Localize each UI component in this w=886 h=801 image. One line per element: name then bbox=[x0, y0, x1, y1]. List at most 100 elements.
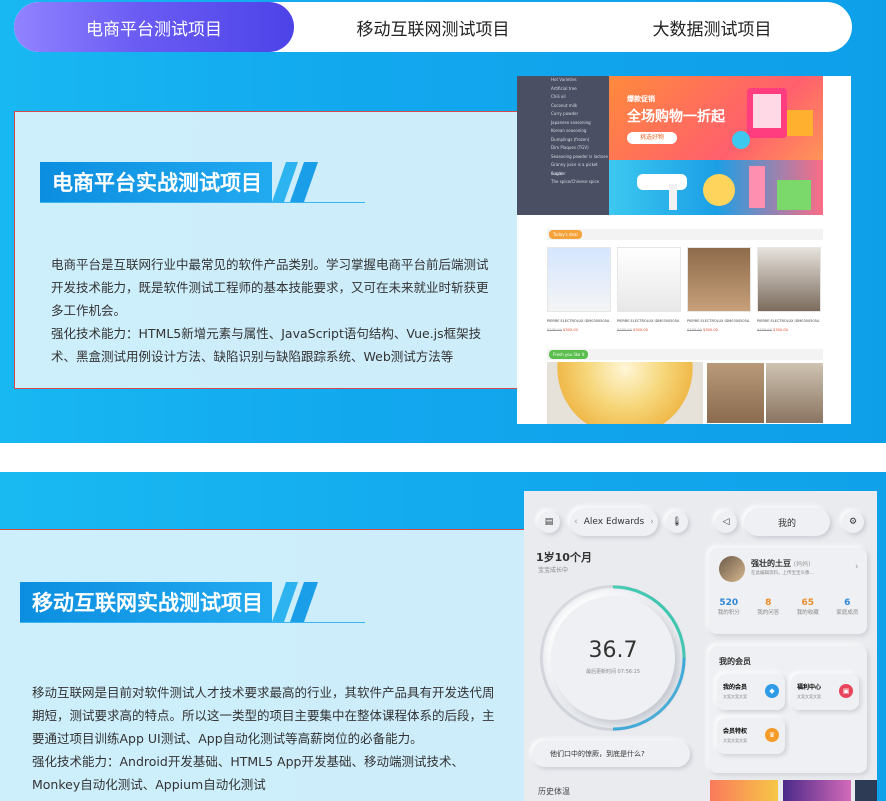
article-tip[interactable]: 他们口中的惊厥，到底是什么? bbox=[532, 741, 690, 767]
crown-icon: ♛ bbox=[765, 728, 779, 742]
category-menu-item[interactable]: Chili oil bbox=[517, 93, 609, 102]
profile-stat[interactable]: 8 我的问答 bbox=[749, 598, 789, 616]
old-price: $700.00 bbox=[617, 328, 632, 332]
banner-image bbox=[783, 780, 851, 801]
temperature-updated: 最后更新时间 07:56:15 bbox=[585, 669, 641, 675]
banner-image bbox=[855, 780, 877, 801]
member-card[interactable]: 我的会员 文案文案文案 ◆ bbox=[717, 674, 785, 710]
title-underline bbox=[20, 622, 365, 623]
furniture-image bbox=[766, 363, 823, 423]
travel-illustration-icon bbox=[637, 166, 811, 210]
baby-age: 1岁10个月 bbox=[536, 551, 592, 564]
member-card-sub: 文案文案文案 bbox=[723, 738, 747, 743]
category-menu-item[interactable]: Dumplings (frozen) bbox=[517, 136, 609, 145]
avatar bbox=[719, 556, 745, 582]
ecommerce-skills: 强化技术能力：HTML5新增元素与属性、JavaScript语句结构、Vue.j… bbox=[51, 326, 482, 364]
product-card[interactable] bbox=[617, 247, 681, 312]
category-menu-item[interactable]: Coconut milk bbox=[517, 102, 609, 111]
product-name: PIERRE ELECTROLUX IDM0300505A bbox=[687, 319, 750, 323]
product-card[interactable] bbox=[757, 247, 821, 312]
profile-stat-label: 家庭成员 bbox=[836, 610, 859, 616]
tab-mobile[interactable]: 移动互联网测试项目 bbox=[294, 2, 572, 52]
category-menu-item[interactable]: Japanese seasoning bbox=[517, 119, 609, 128]
title-underline bbox=[40, 202, 365, 203]
mobile-skills: 强化技术能力：Android开发基础、HTML5 App开发基础、移动端测试技术… bbox=[32, 754, 464, 792]
section-heading: 移动互联网实战测试项目 bbox=[20, 582, 365, 623]
category-menu-item[interactable]: Seasoning powder is lactose bbox=[517, 153, 609, 162]
profile-stat[interactable]: 520 我的积分 bbox=[709, 598, 749, 616]
deal-label: Today's deal bbox=[549, 230, 582, 239]
chevron-right-icon: › bbox=[650, 517, 654, 527]
project-tabs: 电商平台测试项目 移动互联网测试项目 大数据测试项目 bbox=[14, 2, 852, 52]
mobile-app-screenshot: ▤ ‹ Alex Edwards › 🌡 ◁ 我的 ⚙ 1岁10个月 宝宝成长中… bbox=[524, 491, 877, 801]
category-menu-item[interactable]: Granny juice is a picket cracker bbox=[517, 161, 609, 176]
section-title: 电商平台实战测试项目 bbox=[40, 162, 272, 202]
old-price: $700.00 bbox=[757, 328, 772, 332]
old-price: $700.00 bbox=[687, 328, 702, 332]
thermometer-icon[interactable]: 🌡 bbox=[666, 511, 688, 533]
user-switcher[interactable]: ‹ Alex Edwards › bbox=[570, 508, 658, 536]
membership-title: 我的会员 bbox=[719, 657, 751, 666]
profile-stats: 520 我的积分 8 我的问答 65 我的收藏 6 家庭成员 bbox=[709, 598, 867, 616]
speaker-icon[interactable]: ◁ bbox=[715, 511, 737, 533]
mine-tab[interactable]: 我的 bbox=[744, 508, 830, 536]
product-card[interactable] bbox=[547, 247, 611, 312]
settings-icon[interactable]: ⚙ bbox=[842, 511, 864, 533]
product-price: $300.00 bbox=[633, 328, 648, 332]
promo-sale: 全场购物一折起 bbox=[627, 109, 725, 125]
member-card-label: 会员特权 bbox=[723, 728, 748, 735]
profile-stat-label: 我的收藏 bbox=[796, 610, 819, 616]
baby-age-sub: 宝宝成长中 bbox=[538, 567, 569, 574]
section-heading: 电商平台实战测试项目 bbox=[40, 162, 365, 203]
product-card[interactable] bbox=[687, 247, 751, 312]
member-card[interactable]: 会员特权 文案文案文案 ♛ bbox=[717, 718, 785, 754]
member-card-sub: 文案文案文案 bbox=[797, 694, 821, 699]
mobile-info-card: 移动互联网实战测试项目 移动互联网是目前对软件测试人才技术要求最高的行业，其软件… bbox=[0, 529, 557, 801]
user-name: Alex Edwards bbox=[583, 517, 645, 527]
category-menu-item[interactable]: The spice/Chinese spice bbox=[517, 178, 609, 187]
promo-title: 爆款促销 bbox=[627, 95, 655, 103]
temperature-value: 36.7 bbox=[588, 638, 638, 663]
ecommerce-description: 电商平台是互联网行业中最常见的软件产品类别。学习掌握电商平台前后端测试开发技术能… bbox=[51, 257, 489, 318]
tab-bigdata[interactable]: 大数据测试项目 bbox=[572, 2, 852, 52]
food-image bbox=[547, 362, 703, 424]
profile-stat[interactable]: 6 家庭成员 bbox=[828, 598, 868, 616]
diamond-icon: ◆ bbox=[765, 684, 779, 698]
product-price: $300.00 bbox=[563, 328, 578, 332]
category-menu-item[interactable]: Artificial tree bbox=[517, 85, 609, 94]
chevron-left-icon: ‹ bbox=[574, 517, 578, 527]
profile-role: (妈妈) bbox=[793, 561, 811, 568]
product-name: PIERRE ELECTROLUX IDM0300505A bbox=[617, 319, 680, 323]
gift-icon: ▣ bbox=[839, 684, 853, 698]
category-menu-item[interactable]: Curry powder bbox=[517, 110, 609, 119]
ecommerce-info-card: 电商平台实战测试项目 电商平台是互联网行业中最常见的软件产品类别。学习掌握电商平… bbox=[14, 111, 548, 389]
tab-ecommerce[interactable]: 电商平台测试项目 bbox=[14, 2, 294, 52]
category-menu-item[interactable]: Hot Varieties bbox=[517, 76, 609, 85]
profile-stat[interactable]: 65 我的收藏 bbox=[788, 598, 828, 616]
profile-sub: 在此编辑资料，上传宝宝头像… bbox=[751, 571, 814, 576]
deal-bar: Today's deal bbox=[547, 229, 823, 240]
history-temperature-label: 历史体温 bbox=[538, 787, 570, 796]
temperature-dial: 36.7 最后更新时间 07:56:15 bbox=[551, 596, 675, 720]
category-menu-item[interactable]: Dim Plaques (TGV) bbox=[517, 144, 609, 153]
category-menu-item[interactable]: Korean seasoning bbox=[517, 127, 609, 136]
calendar-icon[interactable]: ▤ bbox=[538, 511, 560, 533]
product-price: $300.00 bbox=[703, 328, 718, 332]
chevron-right-icon: › bbox=[855, 562, 859, 572]
promo-banner-secondary bbox=[609, 160, 823, 215]
banner-image bbox=[710, 780, 778, 801]
profile-stat-value: 65 bbox=[801, 598, 815, 608]
product-name: PIERRE ELECTROLUX IDM0300505A bbox=[547, 319, 610, 323]
profile-name: 强壮的土豆 bbox=[751, 559, 791, 568]
profile-panel[interactable]: 强壮的土豆 (妈妈) 在此编辑资料，上传宝宝头像… › 520 我的积分 8 我的问答… bbox=[709, 548, 867, 634]
old-price: $700.00 bbox=[547, 328, 562, 332]
member-card[interactable]: 福利中心 文案文案文案 ▣ bbox=[791, 674, 859, 710]
furniture-image bbox=[707, 363, 764, 423]
section-title: 移动互联网实战测试项目 bbox=[20, 582, 272, 622]
profile-stat-value: 520 bbox=[719, 598, 739, 608]
shopping-illustration-icon bbox=[732, 88, 813, 149]
promo-button[interactable]: 挑选好物 bbox=[627, 132, 677, 144]
profile-stat-value: 6 bbox=[844, 598, 851, 608]
product-price: $300.00 bbox=[773, 328, 788, 332]
fresh-bar: Fresh you like it bbox=[547, 349, 823, 360]
